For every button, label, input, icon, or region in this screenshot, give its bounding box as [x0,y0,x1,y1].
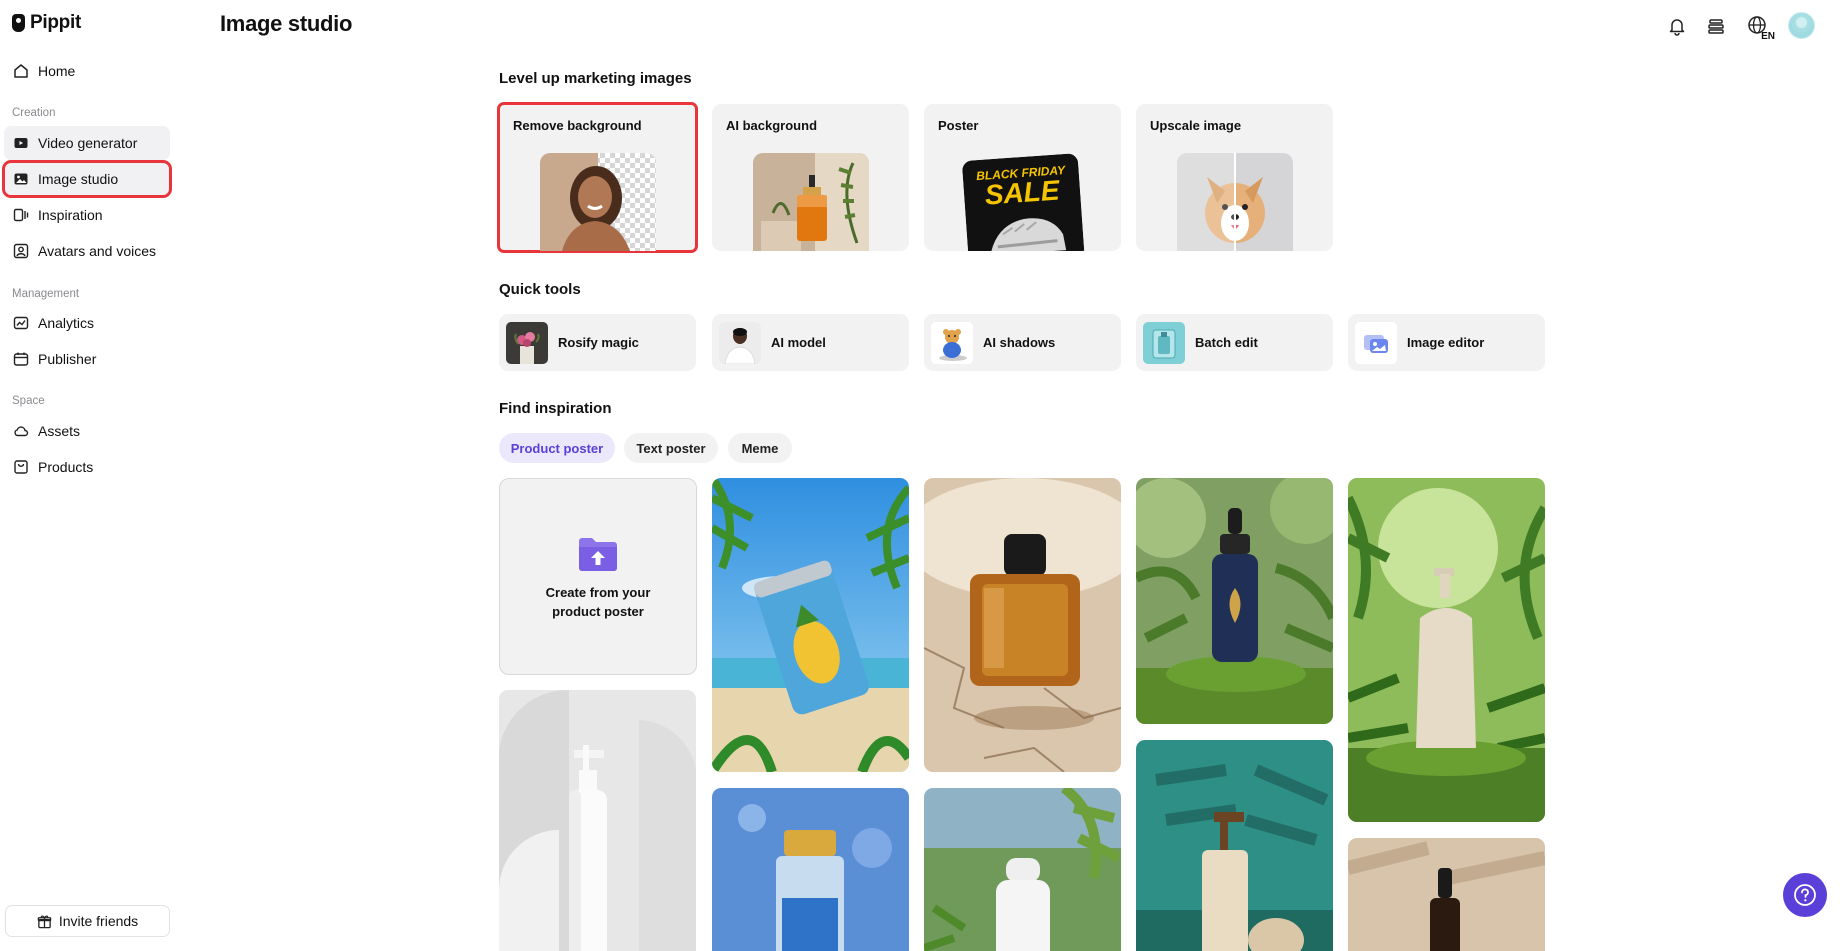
sidebar-item-publisher[interactable]: Publisher [4,342,170,376]
pippit-logo[interactable]: Pippit [12,12,81,34]
home-icon [14,64,28,78]
marketing-section-title: Level up marketing images [499,70,692,87]
invite-friends-label: Invite friends [58,913,139,929]
ai-background-thumbnail [752,153,869,251]
logo-text: Pippit [30,12,81,33]
tab-text-poster[interactable]: Text poster [624,433,718,463]
sidebar-item-products[interactable]: Products [4,450,170,484]
section-label-space: Space [12,395,45,407]
ai-shadows-icon [931,321,973,364]
rosify-magic-icon [506,321,548,364]
inspiration-tile-forest-bottle[interactable] [1348,478,1545,822]
ai-model-tool[interactable]: AI model [712,314,909,371]
rosify-magic-tool[interactable]: Rosify magic [499,314,696,371]
sidebar-item-label: Analytics [38,315,95,331]
card-label: AI background [726,118,818,133]
sidebar-item-avatars-and-voices[interactable]: Avatars and voices [4,234,170,268]
tab-product-poster[interactable]: Product poster [499,433,615,463]
poster-thumbnail: BLACK FRIDAY SALE [961,153,1084,251]
sidebar-item-label: Publisher [38,351,97,367]
image-studio-icon [14,173,28,185]
upscale-image-card[interactable]: Upscale image [1136,104,1333,251]
card-label: Upscale image [1150,118,1242,133]
user-avatar[interactable] [1788,12,1815,39]
page-title: Image studio [220,11,353,36]
create-from-product-poster-label: Create from your product poster [545,584,651,619]
layers-icon[interactable] [1704,14,1728,38]
tool-label: Rosify magic [558,335,639,350]
language-globe-icon[interactable]: EN [1743,14,1775,42]
quick-tools-title: Quick tools [499,281,581,298]
sidebar-item-label: Home [38,63,76,79]
inspiration-tile-pineapple-can[interactable] [712,478,909,772]
section-label-management: Management [12,288,80,300]
sidebar-item-home[interactable]: Home [4,54,170,88]
sidebar-item-analytics[interactable]: Analytics [4,306,170,340]
inspiration-tile-blue-bottle[interactable] [712,788,909,951]
create-from-product-poster-card[interactable]: Create from your product poster [499,478,697,675]
products-icon [14,460,28,474]
find-inspiration-title: Find inspiration [499,400,612,417]
remove-background-card[interactable]: Remove background [497,102,698,253]
inspiration-tile-amber-dropper[interactable] [1348,838,1545,951]
upload-folder-icon [579,537,617,571]
sidebar-item-label: Avatars and voices [38,243,157,259]
sidebar-item-inspiration[interactable]: Inspiration [4,198,170,232]
ai-model-icon [719,321,761,364]
gift-icon [37,915,52,928]
avatar-voice-icon [13,243,29,259]
ai-background-card[interactable]: AI background [712,104,909,251]
notification-bell-icon[interactable] [1665,14,1689,38]
header-toolbar: EN [1665,12,1815,42]
batch-edit-icon [1143,321,1185,364]
sidebar-item-assets[interactable]: Assets [4,414,170,448]
video-generator-icon [14,138,28,148]
poster-card[interactable]: Poster BLACK FRIDAY SALE [924,104,1121,251]
sidebar-item-label: Assets [38,423,81,439]
language-code: EN [1761,30,1775,42]
logo-icon [12,14,25,32]
calendar-icon [13,352,29,366]
inspiration-tile-white-jar[interactable] [924,788,1121,951]
inspiration-tile-white-bottle[interactable] [499,690,696,951]
inspiration-tile-teal-pump[interactable] [1136,740,1333,951]
analytics-icon [13,316,29,330]
inspiration-icon [13,208,29,222]
tab-meme[interactable]: Meme [728,433,792,463]
sidebar-item-image-studio[interactable]: Image studio [2,160,172,198]
sidebar-item-label: Video generator [38,135,138,151]
card-label: Poster [938,118,979,133]
poster-line-2: SALE [983,174,1061,210]
section-label-creation: Creation [12,107,56,119]
cloud-icon [14,426,29,437]
sidebar-item-label: Products [38,459,94,475]
image-editor-tool[interactable]: Image editor [1348,314,1545,371]
inspiration-tile-dropper-moss[interactable] [1136,478,1333,724]
invite-friends-button[interactable]: Invite friends [5,905,170,937]
upscale-image-thumbnail [1176,153,1293,251]
help-question-icon [1794,884,1816,906]
tool-label: Batch edit [1195,335,1258,350]
inspiration-tile-amber-perfume[interactable] [924,478,1121,772]
sidebar: Pippit Home Creation Video generator Ima… [0,0,182,951]
help-button[interactable] [1783,873,1827,917]
image-editor-icon [1355,321,1397,364]
remove-background-thumbnail [539,153,656,251]
tool-label: AI shadows [983,335,1056,350]
sidebar-item-label: Inspiration [38,207,103,223]
sidebar-item-label: Image studio [38,171,119,187]
tool-label: AI model [771,335,826,350]
card-label: Remove background [513,118,642,133]
tool-label: Image editor [1407,335,1485,350]
batch-edit-tool[interactable]: Batch edit [1136,314,1333,371]
ai-shadows-tool[interactable]: AI shadows [924,314,1121,371]
sidebar-item-video-generator[interactable]: Video generator [4,126,170,160]
